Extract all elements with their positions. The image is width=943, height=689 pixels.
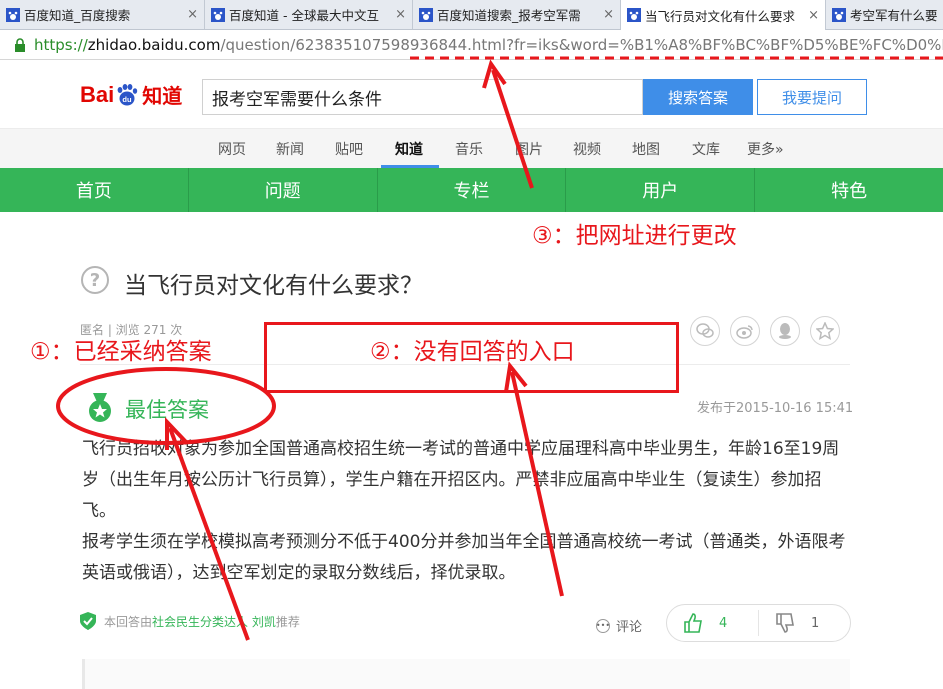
tab-title: 当飞行员对文化有什么要求 — [645, 8, 796, 24]
paw-icon — [419, 7, 433, 22]
logo-bai: Bai — [80, 81, 115, 107]
nav-item-zhidao[interactable]: 知道 — [395, 139, 423, 159]
url-scheme: https:// — [34, 35, 88, 54]
main-nav-home[interactable]: 首页 — [0, 168, 189, 212]
product-nav: 网页 新闻 贴吧 知道 音乐 图片 视频 地图 文库 更多» — [0, 128, 943, 168]
baidu-zhidao-logo[interactable]: Bai du 知道 — [80, 80, 182, 109]
logo-du: du — [123, 95, 133, 104]
weibo-share-icon[interactable] — [730, 316, 760, 346]
zhidao-main-nav: 首页 问题 专栏 用户 特色 — [0, 168, 943, 212]
recommend-suffix: 推荐 — [275, 614, 300, 629]
main-nav-questions[interactable]: 问题 — [189, 168, 378, 212]
site-header: Bai du 知道 报考空军需要什么条件 搜索答案 我要提问 — [0, 60, 943, 128]
comment-label: 评论 — [616, 620, 643, 635]
main-nav-users[interactable]: 用户 — [566, 168, 756, 212]
close-icon[interactable]: × — [187, 7, 198, 22]
best-answer-medal-icon — [89, 393, 111, 422]
url-host: zhidao.baidu.com — [87, 35, 221, 54]
browser-tab[interactable]: 百度知道搜索_报考空军需 × — [413, 0, 621, 29]
tab-title: 百度知道搜索_报考空军需 — [437, 8, 581, 23]
lock-icon — [15, 37, 25, 52]
browser-tab-bar: 百度知道_百度搜索 × 百度知道 - 全球最大中文互 × 百度知道搜索_报考空军… — [0, 0, 943, 30]
question-meta: 匿名 | 浏览 271 次 — [80, 323, 183, 337]
close-icon[interactable]: × — [808, 8, 819, 23]
url-path: /question/623835107598936844.html?fr=iks… — [220, 35, 943, 54]
nav-item-tieba[interactable]: 贴吧 — [335, 139, 363, 159]
divider — [80, 364, 850, 365]
downvote-button[interactable]: 1 — [759, 610, 819, 636]
nav-item-images[interactable]: 图片 — [515, 139, 543, 159]
main-nav-features[interactable]: 特色 — [755, 168, 943, 212]
paw-icon — [211, 7, 225, 22]
browser-tab[interactable]: 百度知道_百度搜索 × — [0, 0, 205, 29]
comment-icon: ••• — [596, 618, 610, 633]
search-answer-button[interactable]: 搜索答案 — [643, 79, 753, 115]
question-mark-icon: ? — [81, 266, 109, 294]
paw-icon — [627, 8, 641, 22]
favorite-star-icon[interactable] — [810, 316, 840, 346]
answer-body: 飞行员招收对象为参加全国普通高校招生统一考试的普通中学应届理科高中毕业男生，年龄… — [82, 434, 850, 589]
nav-item-map[interactable]: 地图 — [632, 139, 660, 159]
vote-control: 4 1 — [666, 604, 851, 642]
address-bar[interactable]: https://zhidao.baidu.com/question/623835… — [0, 30, 943, 60]
nav-item-news[interactable]: 新闻 — [276, 139, 304, 159]
answer-date: 发布于2015-10-16 15:41 — [697, 401, 854, 416]
upvote-button[interactable]: 4 — [667, 610, 759, 636]
nav-item-webpage[interactable]: 网页 — [218, 139, 246, 159]
thumbs-down-icon — [776, 613, 794, 633]
paw-icon — [6, 7, 20, 22]
tab-title: 考空军有什么要 — [850, 8, 937, 23]
recommender-link[interactable]: 社会民生分类达人 刘凯 — [152, 613, 276, 630]
nav-item-wenku[interactable]: 文库 — [692, 139, 720, 159]
search-input[interactable]: 报考空军需要什么条件 — [202, 79, 643, 115]
logo-zhidao: 知道 — [142, 84, 183, 108]
browser-tab[interactable]: 百度知道 - 全球最大中文互 × — [205, 0, 413, 29]
browser-tab-active[interactable]: 当飞行员对文化有什么要求 × — [621, 0, 826, 30]
recommend-prefix: 本回答由 — [104, 614, 153, 629]
question-page: ? 当飞行员对文化有什么要求？ 匿名 | 浏览 271 次 最佳答案 发布于20… — [0, 212, 943, 689]
ask-question-button[interactable]: 我要提问 — [757, 79, 867, 115]
nav-item-music[interactable]: 音乐 — [455, 139, 483, 159]
qq-share-icon[interactable] — [770, 316, 800, 346]
upvote-count: 4 — [719, 615, 728, 631]
comment-button[interactable]: ••• 评论 — [596, 616, 642, 635]
shield-check-icon — [80, 612, 96, 630]
best-answer-label: 最佳答案 — [125, 398, 209, 422]
close-icon[interactable]: × — [395, 7, 406, 22]
tab-title: 百度知道 - 全球最大中文互 — [229, 8, 379, 23]
answer-paragraph: 飞行员招收对象为参加全国普通高校招生统一考试的普通中学应届理科高中毕业男生，年龄… — [82, 439, 840, 521]
wechat-share-icon[interactable] — [690, 316, 720, 346]
nav-item-more[interactable]: 更多» — [747, 139, 784, 159]
thumbs-up-icon — [684, 613, 702, 633]
answer-paragraph: 报考学生须在学校模拟高考预测分不低于400分并参加当年全国普通高校统一考试（普通… — [82, 532, 846, 583]
recommended-by: 本回答由 社会民生分类达人 刘凯 推荐 — [80, 612, 300, 630]
next-section-block — [82, 659, 850, 689]
paw-icon — [832, 7, 846, 22]
nav-item-video[interactable]: 视频 — [573, 139, 601, 159]
close-icon[interactable]: × — [603, 7, 614, 22]
baidu-paw-icon: du — [117, 83, 138, 105]
main-nav-columns[interactable]: 专栏 — [378, 168, 567, 212]
browser-tab[interactable]: 考空军有什么要 — [826, 0, 943, 29]
downvote-count: 1 — [811, 615, 820, 631]
question-title: 当飞行员对文化有什么要求？ — [124, 273, 423, 299]
tab-title: 百度知道_百度搜索 — [24, 8, 131, 23]
